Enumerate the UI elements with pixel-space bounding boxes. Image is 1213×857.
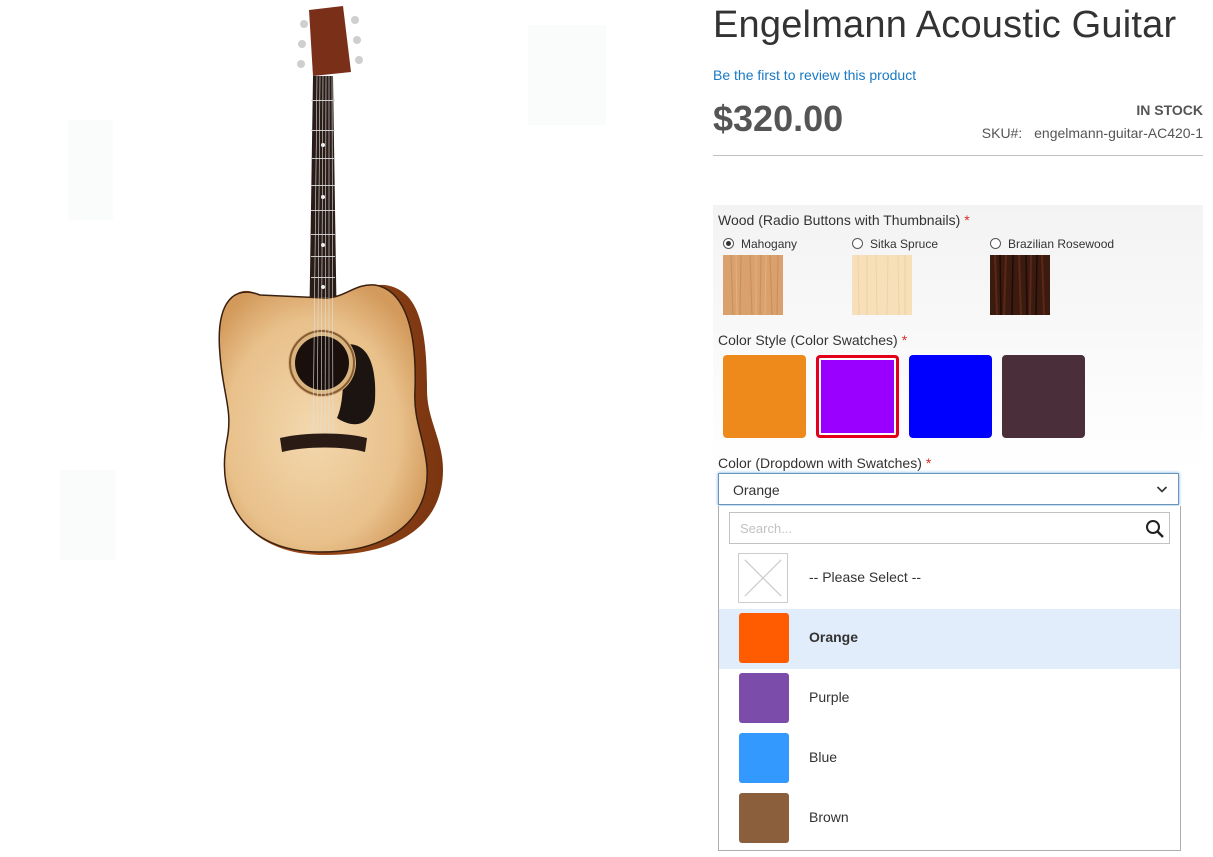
color-select-value: Orange xyxy=(733,482,780,498)
color-chip xyxy=(739,733,789,783)
search-placeholder: Search... xyxy=(740,521,793,536)
radio-brazilian-rosewood[interactable] xyxy=(990,238,1001,249)
search-icon[interactable] xyxy=(1145,519,1165,539)
radio-sitka-spruce[interactable] xyxy=(852,238,863,249)
dropdown-option-label: Brown xyxy=(809,809,849,825)
dropdown-option-purple[interactable]: Purple xyxy=(719,669,1180,729)
gallery-ghost-thumb xyxy=(68,120,113,220)
color-select[interactable]: Orange xyxy=(718,473,1179,505)
color-style-option-label: Color Style (Color Swatches) * xyxy=(718,332,907,348)
dropdown-option-blue[interactable]: Blue xyxy=(719,729,1180,789)
required-mark: * xyxy=(964,212,970,228)
color-dropdown-option-label: Color (Dropdown with Swatches) * xyxy=(718,455,931,471)
radio-mahogany[interactable] xyxy=(723,238,734,249)
wood-choice-label: Sitka Spruce xyxy=(870,237,939,251)
wood-label-text: Wood (Radio Buttons with Thumbnails) xyxy=(718,212,961,228)
gallery-ghost-thumb xyxy=(60,470,115,560)
wood-option-label: Wood (Radio Buttons with Thumbnails) * xyxy=(718,212,970,228)
dropdown-option-please-select[interactable]: -- Please Select -- xyxy=(719,549,1180,609)
required-mark: * xyxy=(925,455,932,471)
mahogany-thumbnail[interactable] xyxy=(723,255,783,315)
chevron-down-icon xyxy=(1156,486,1168,493)
wood-choice-label: Mahogany xyxy=(741,237,798,251)
dropdown-search-input[interactable]: Search... xyxy=(729,512,1170,544)
color-chip xyxy=(739,673,789,723)
wood-choice-label: Brazilian Rosewood xyxy=(1008,237,1115,251)
dropdown-option-label: -- Please Select -- xyxy=(809,569,922,585)
color-style-label-text: Color Style (Color Swatches) xyxy=(718,332,898,348)
color-swatch-purple[interactable] xyxy=(816,355,899,438)
product-options: Wood (Radio Buttons with Thumbnails) * Ma… xyxy=(713,205,1203,505)
dropdown-option-label: Blue xyxy=(809,749,838,765)
sku-label: SKU#: xyxy=(981,125,1023,141)
gallery-ghost-thumb xyxy=(528,25,606,125)
color-chip xyxy=(739,613,789,663)
color-dropdown-panel: Search... -- Please Select -- Orange Pur… xyxy=(718,506,1181,851)
no-color-icon xyxy=(738,553,788,603)
sitka-spruce-thumbnail[interactable] xyxy=(852,255,912,315)
color-dropdown-label-text: Color (Dropdown with Swatches) xyxy=(718,455,922,471)
color-swatch-blue[interactable] xyxy=(909,355,992,438)
stock-status: IN STOCK xyxy=(1136,102,1203,118)
color-swatch-orange[interactable] xyxy=(723,355,806,438)
product-main-image[interactable] xyxy=(205,0,465,570)
dropdown-option-orange[interactable]: Orange xyxy=(719,609,1180,669)
product-gallery xyxy=(0,0,700,600)
review-link[interactable]: Be the first to review this product xyxy=(713,67,916,83)
divider xyxy=(713,155,1203,156)
dropdown-option-brown[interactable]: Brown xyxy=(719,789,1180,849)
dropdown-option-label: Purple xyxy=(809,689,850,705)
sku-value: engelmann-guitar-AC420-1 xyxy=(1034,125,1203,141)
dropdown-option-label: Orange xyxy=(809,629,859,645)
sku: SKU#: engelmann-guitar-AC420-1 xyxy=(982,125,1203,141)
product-price: $320.00 xyxy=(713,98,844,139)
brazilian-rosewood-thumbnail[interactable] xyxy=(990,255,1050,315)
product-title: Engelmann Acoustic Guitar xyxy=(713,4,1177,46)
color-chip xyxy=(739,793,789,843)
color-swatch-dark-plum[interactable] xyxy=(1002,355,1085,438)
required-mark: * xyxy=(901,332,908,348)
